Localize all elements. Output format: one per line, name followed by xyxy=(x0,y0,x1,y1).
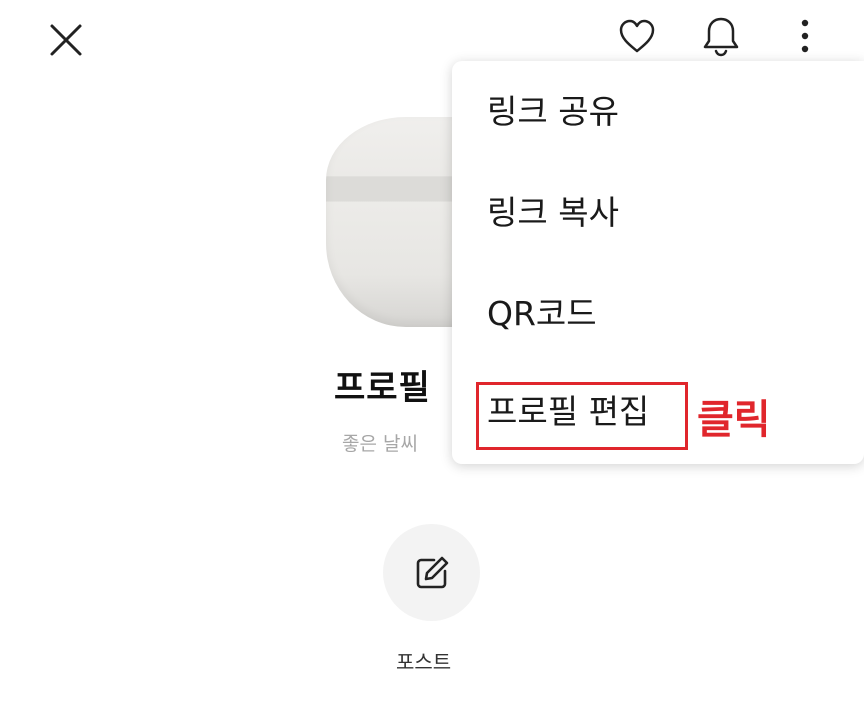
post-button[interactable] xyxy=(383,524,480,621)
highlight-box xyxy=(476,382,688,450)
post-label: 포스트 xyxy=(396,650,452,674)
heart-icon xyxy=(619,19,655,53)
close-icon xyxy=(50,24,82,56)
bell-icon xyxy=(703,17,739,57)
click-annotation: 클릭 xyxy=(697,397,771,443)
menu-item-share-link[interactable]: 링크 공유 xyxy=(487,92,619,132)
edit-icon xyxy=(416,556,449,589)
notification-button[interactable] xyxy=(700,14,742,58)
more-vertical-icon xyxy=(801,19,809,53)
menu-item-copy-link[interactable]: 링크 복사 xyxy=(487,193,619,233)
more-button[interactable] xyxy=(792,16,818,56)
like-button[interactable] xyxy=(617,17,657,57)
close-button[interactable] xyxy=(46,20,86,60)
profile-status-message: 좋은 날씨 xyxy=(342,433,418,455)
menu-item-qr-code[interactable]: QR코드 xyxy=(487,294,597,334)
profile-name: 프로필 xyxy=(334,368,431,408)
